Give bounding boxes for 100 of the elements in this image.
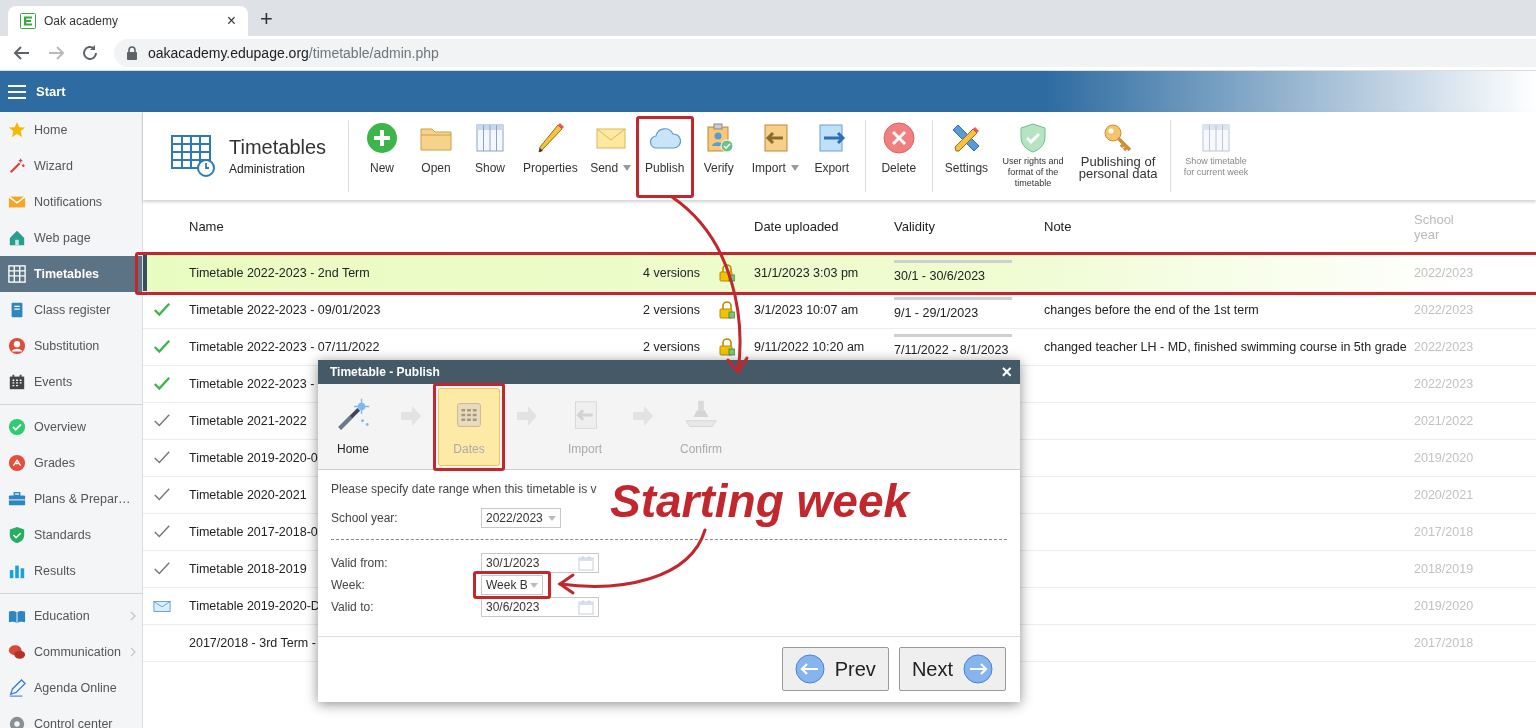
briefcase-icon xyxy=(8,490,26,508)
table-cell: 2 versions xyxy=(643,339,700,354)
sidebar-item[interactable]: Results xyxy=(0,553,142,589)
sidebar-item[interactable]: Substitution xyxy=(0,328,142,364)
check-icon xyxy=(153,338,171,356)
column-header[interactable]: Name xyxy=(189,219,224,235)
toolbar-button[interactable]: Export xyxy=(804,118,859,194)
table-cell: 2017/2018 xyxy=(1414,524,1474,539)
caret-icon xyxy=(530,582,538,588)
table-cell: changes before the end of the 1st term xyxy=(1044,302,1259,317)
calendar-icon xyxy=(8,373,26,391)
menu-icon[interactable] xyxy=(8,83,26,100)
toolbar-subtitle: Administration xyxy=(229,163,307,175)
table-cell: Timetable 2018-2019 xyxy=(189,561,307,576)
lock-icon xyxy=(719,301,735,319)
sidebar-item[interactable]: Web page xyxy=(0,220,142,256)
prev-button[interactable]: Prev xyxy=(781,647,889,691)
next-button[interactable]: Next xyxy=(898,647,1006,691)
close-button[interactable]: × xyxy=(1001,363,1012,381)
table-cell: Timetable 2022-2023 - 07/11/2022 xyxy=(189,339,380,354)
toolbar-button[interactable]: Properties xyxy=(517,118,584,194)
shield-icon xyxy=(8,526,26,544)
new-tab-button[interactable]: + xyxy=(260,8,273,30)
wizard-step[interactable]: Home xyxy=(322,387,384,466)
table-icon xyxy=(474,122,506,154)
caret-icon xyxy=(790,165,799,171)
sidebar-item[interactable]: Class register xyxy=(0,292,142,328)
table-cell: 2018/2019 xyxy=(1414,561,1474,576)
table-cell-text: 7/11/2022 - 8/1/2023 xyxy=(894,342,1010,360)
sidebar-item[interactable]: Home xyxy=(0,112,142,148)
toolbar-button[interactable]: New xyxy=(355,118,409,194)
select-field[interactable]: 2022/2023 xyxy=(481,508,561,528)
caret-icon xyxy=(623,165,632,171)
column-header[interactable]: Validity xyxy=(894,219,935,235)
sidebar-item[interactable]: Grades xyxy=(0,445,142,481)
select-field[interactable]: Week B xyxy=(481,575,543,595)
sidebar-item[interactable]: Education xyxy=(0,598,142,634)
sidebar-item[interactable]: Plans & Prepar… xyxy=(0,481,142,517)
column-header[interactable]: Note xyxy=(1044,219,1072,235)
table-cell: 2017/2018 - 3rd Term - xyxy=(189,635,316,650)
table-cell: Timetable 2022-2023 - 09/01/2023 xyxy=(189,302,381,317)
date-field[interactable]: 30/1/2023 xyxy=(481,553,599,573)
close-tab-button[interactable]: × xyxy=(226,13,236,29)
address-field[interactable]: oakacademy.edupage.org/timetable/admin.php xyxy=(114,39,1536,67)
check-icon xyxy=(153,375,171,393)
toolbar-button[interactable]: Open xyxy=(409,118,463,194)
table-cell: Timetable 2017-2018-0 xyxy=(189,524,318,539)
dialog-title: Timetable - Publish xyxy=(330,364,440,381)
toolbar-button[interactable]: Delete xyxy=(871,118,926,194)
date-field[interactable]: 30/6/2023 xyxy=(481,597,599,617)
sidebar-item[interactable]: Agenda Online xyxy=(0,670,142,706)
toolbar-button[interactable]: Show xyxy=(463,118,517,194)
sidebar-item[interactable]: Notifications xyxy=(0,184,142,220)
timetable-clock-icon xyxy=(171,135,217,177)
table-cell: Timetable 2022-2023 - xyxy=(189,376,315,391)
sidebar-item[interactable]: Events xyxy=(0,364,142,400)
toolbar-button[interactable]: Import xyxy=(745,118,805,194)
sidebar-item[interactable]: Timetables xyxy=(0,256,142,292)
delete-icon xyxy=(882,122,915,154)
toolbar-button[interactable]: User rights and format of the timetable xyxy=(994,118,1073,194)
table-cell: 2019/2020 xyxy=(1414,598,1474,613)
field-label: Valid to: xyxy=(331,599,375,616)
table-cell: changed teacher LH - MD, finished swimming course in 5th grade xyxy=(1044,339,1407,354)
person-icon xyxy=(8,337,26,355)
house-icon xyxy=(8,229,26,247)
table-row[interactable]: Timetable 2022-2023 - 09/01/2023 2 versions 3/1/2023 10:07 am 9/1 - 29/1/2023 changes before the end of the 1st term 2022/2023 xyxy=(143,292,1536,329)
toolbar-button[interactable]: Publishing of personal data xyxy=(1072,118,1165,194)
table-cell: 2022/2023 xyxy=(1414,376,1474,391)
check-icon xyxy=(153,301,171,319)
grid-icon xyxy=(8,265,26,283)
table-cell-text: 30/1 - 30/6/2023 xyxy=(894,268,987,286)
chevron-icon xyxy=(130,611,136,621)
table-cell: Timetable 2019-2020-D xyxy=(189,598,320,613)
table-cell: 31/1/2023 3:03 pm xyxy=(754,265,859,280)
sidebar-item[interactable]: Wizard xyxy=(0,148,142,184)
table-cell: Timetable 2020-2021 xyxy=(189,487,307,502)
table-cell: 4 versions xyxy=(643,265,700,280)
star-icon xyxy=(8,121,26,139)
browser-tab[interactable]: Oak academy × xyxy=(8,6,248,36)
sidebar-item[interactable]: Overview xyxy=(0,409,142,445)
lock-icon xyxy=(719,264,735,282)
table-cell: Timetable 2021-2022 xyxy=(189,413,307,428)
table-row[interactable]: Timetable 2022-2023 - 2nd Term 4 versions 31/1/2023 3:03 pm 30/1 - 30/6/2023 2022/2023 xyxy=(143,255,1536,292)
sidebar-item[interactable]: Standards xyxy=(0,517,142,553)
table-cell: 2022/2023 xyxy=(1414,265,1474,280)
sidebar-item[interactable]: Communication xyxy=(0,634,142,670)
arrow-right-circle-icon xyxy=(963,654,993,684)
column-header[interactable]: Date uploaded xyxy=(754,219,839,235)
wand-icon xyxy=(8,157,26,175)
toolbar-button[interactable]: Settings xyxy=(938,118,995,194)
caret-icon xyxy=(548,515,556,521)
sidebar-item[interactable]: Control center xyxy=(0,706,142,728)
toolbar-button[interactable]: Verify xyxy=(691,118,746,194)
instruction-text: Please specify date range when this timetable is v xyxy=(331,481,598,498)
toolbar-button[interactable]: Send xyxy=(583,118,638,194)
toolbar-button[interactable]: Publish xyxy=(637,118,692,194)
reload-icon[interactable] xyxy=(80,43,100,63)
calendar-icon xyxy=(578,599,594,615)
table-cell-text: 9/1 - 29/1/2023 xyxy=(894,305,980,323)
app-logo-icon xyxy=(20,13,36,29)
